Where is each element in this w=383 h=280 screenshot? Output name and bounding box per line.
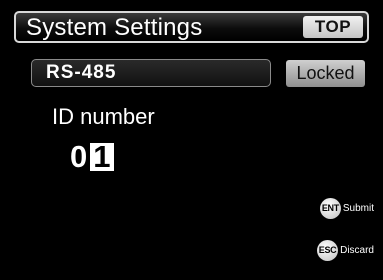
submit-label: Submit: [342, 203, 374, 214]
submit-softkey[interactable]: ENT Submit: [319, 198, 374, 219]
communication-mode-field[interactable]: RS-485: [31, 59, 271, 87]
header-bar: System Settings TOP: [14, 11, 369, 43]
settings-screen: System Settings TOP RS-485 Locked ID num…: [0, 0, 383, 280]
discard-label: Discard: [340, 245, 374, 256]
page-title: System Settings: [26, 14, 203, 41]
discard-softkey[interactable]: ESC Discard: [317, 240, 374, 261]
esc-key-icon: ESC: [317, 240, 339, 261]
id-digit-1-cursor[interactable]: 1: [90, 141, 114, 172]
id-number-label: ID number: [52, 104, 155, 129]
communication-mode-value: RS-485: [46, 62, 117, 83]
id-number-input[interactable]: 0 1: [70, 140, 114, 174]
id-digit-0[interactable]: 0: [70, 141, 87, 173]
ent-key-icon: ENT: [319, 198, 341, 219]
locked-status-badge: Locked: [286, 60, 365, 87]
top-button[interactable]: TOP: [303, 16, 363, 38]
